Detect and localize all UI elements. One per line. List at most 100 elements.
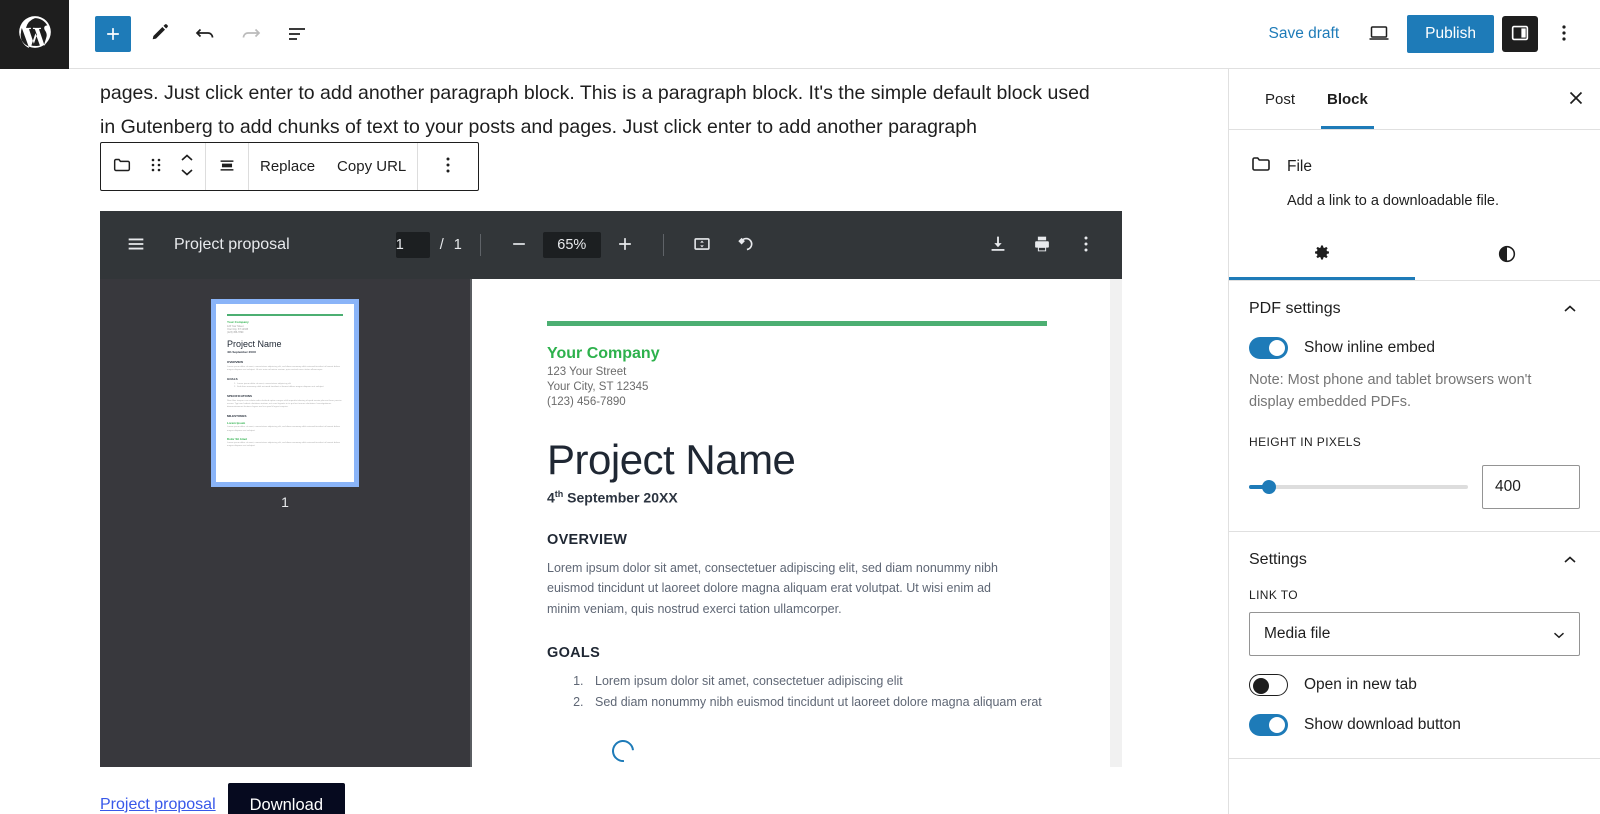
toggle-show-download-row: Show download button [1249, 714, 1580, 736]
plus-icon [95, 16, 131, 52]
pdf-sidebar-toggle-button[interactable] [116, 225, 156, 265]
undo-button[interactable] [183, 12, 227, 56]
panel-title: Settings [1249, 551, 1307, 568]
pdf-zoom-in-button[interactable] [605, 225, 645, 265]
save-draft-button[interactable]: Save draft [1257, 19, 1352, 49]
drag-handle-button[interactable] [143, 143, 169, 190]
paragraph-block[interactable]: pages. Just click enter to add another p… [100, 76, 1110, 144]
pdf-page-area[interactable]: Your Company 123 Your Street Your City, … [470, 279, 1122, 767]
tab-block-styles[interactable] [1415, 231, 1600, 280]
editor-tools [69, 12, 319, 56]
address-line-3: (123) 456-7890 [547, 396, 626, 408]
close-sidebar-button[interactable] [1552, 69, 1600, 129]
document-overview-icon [285, 21, 309, 48]
download-icon [987, 233, 1009, 258]
wordpress-logo-button[interactable] [0, 0, 69, 69]
block-toolbar: Replace Copy URL [100, 142, 480, 191]
toggle-show-inline-embed-row: Show inline embed [1249, 337, 1580, 359]
toggle-label: Show inline embed [1304, 339, 1435, 356]
file-link[interactable]: Project proposal [100, 796, 216, 814]
link-to-label: LINK TO [1249, 588, 1299, 602]
block-toolbar-align-group [206, 143, 249, 190]
pdf-download-button[interactable] [978, 225, 1018, 265]
toolbar-divider [662, 234, 664, 256]
pdf-goals-list: Lorem ipsum dolor sit amet, consectetuer… [547, 671, 1047, 712]
block-more-options-button[interactable] [418, 143, 478, 190]
document-overview-button[interactable] [275, 12, 319, 56]
plus-icon [615, 234, 635, 257]
pdf-zoom-out-button[interactable] [499, 225, 539, 265]
pdf-print-button[interactable] [1022, 225, 1062, 265]
height-slider[interactable] [1249, 480, 1468, 494]
pdf-embed-block[interactable]: Project proposal / 1 65% [100, 211, 1122, 767]
toggle-label: Open in new tab [1304, 676, 1417, 693]
replace-button[interactable]: Replace [249, 143, 326, 190]
pencil-icon [147, 21, 171, 48]
pdf-vertical-scrollbar[interactable] [1110, 279, 1122, 767]
folder-file-icon [111, 154, 133, 179]
panel-settings-header[interactable]: Settings [1249, 550, 1580, 570]
pdf-address: 123 Your Street Your City, ST 12345 (123… [547, 365, 1047, 410]
rotate-counterclockwise-icon [735, 233, 757, 258]
tools-mode-button[interactable] [137, 12, 181, 56]
tab-post[interactable]: Post [1249, 69, 1311, 129]
publish-button[interactable]: Publish [1407, 15, 1494, 53]
add-block-button[interactable] [91, 12, 135, 56]
tab-block-settings[interactable] [1229, 231, 1415, 280]
pdf-viewer-body: Your Company 123 Your Street Your City, S… [100, 279, 1122, 767]
fit-to-page-icon [691, 233, 713, 258]
pdf-rotate-button[interactable] [726, 225, 766, 265]
undo-arrow-icon [193, 21, 217, 48]
pdf-fit-page-button[interactable] [682, 225, 722, 265]
pdf-zoom-level[interactable]: 65% [542, 232, 601, 258]
gear-settings-icon [1311, 243, 1333, 268]
block-toolbar-more-group [418, 143, 478, 190]
file-block-footer: Project proposal Download [100, 783, 346, 814]
block-card-header: File [1249, 152, 1580, 181]
pdf-page-number-input[interactable] [395, 232, 430, 258]
pdf-more-options-button[interactable] [1066, 225, 1106, 265]
align-center-icon [216, 154, 238, 179]
address-line-2: Your City, ST 12345 [547, 381, 649, 393]
pdf-accent-rule [547, 321, 1047, 326]
redo-arrow-icon [239, 21, 263, 48]
toggle-open-in-new-tab[interactable] [1249, 674, 1288, 696]
pdf-rendered-page: Your Company 123 Your Street Your City, … [472, 279, 1122, 767]
settings-sidebar-toggle[interactable] [1502, 16, 1538, 52]
redo-button[interactable] [229, 12, 273, 56]
toggle-open-new-tab-row: Open in new tab [1249, 674, 1580, 696]
height-control-row [1249, 465, 1580, 509]
kebab-menu-icon [1076, 234, 1096, 257]
toggle-show-download-button[interactable] [1249, 714, 1288, 736]
tab-block[interactable]: Block [1311, 69, 1384, 129]
pdf-date: 4th September 20XX [547, 489, 1047, 506]
folder-file-icon [1249, 152, 1273, 181]
toolbar-divider [479, 234, 481, 256]
link-to-select[interactable]: Media file [1249, 612, 1580, 656]
toggle-show-inline-embed[interactable] [1249, 337, 1288, 359]
pdf-section-body: Lorem ipsum dolor sit amet, consectetuer… [547, 560, 998, 616]
panel-pdf-settings-header[interactable]: PDF settings [1249, 299, 1580, 319]
pdf-thumbnail-item[interactable]: Your Company 123 Your Street Your City, S… [211, 299, 359, 487]
preview-button[interactable] [1359, 14, 1399, 54]
block-type-button[interactable] [101, 143, 143, 190]
pdf-viewer-toolbar: Project proposal / 1 65% [100, 211, 1122, 279]
toggle-label: Show download button [1304, 716, 1461, 733]
pdf-thumbnail-sidebar: Your Company 123 Your Street Your City, S… [100, 279, 470, 767]
panel-title: PDF settings [1249, 300, 1341, 317]
contrast-styles-icon [1496, 243, 1518, 268]
height-field-label: HEIGHT IN PIXELS [1249, 435, 1362, 449]
align-button[interactable] [206, 143, 248, 190]
copy-url-button[interactable]: Copy URL [326, 143, 417, 190]
pdf-document-title: Project proposal [174, 236, 290, 253]
more-options-button[interactable] [1546, 14, 1582, 54]
block-description: Add a link to a downloadable file. [1287, 193, 1500, 209]
header-actions: Save draft Publish [1257, 14, 1600, 54]
list-item: Lorem ipsum dolor sit amet, consectetuer… [587, 671, 1047, 692]
move-block-button[interactable] [169, 143, 205, 190]
download-button[interactable]: Download [227, 783, 346, 814]
close-x-icon [1566, 88, 1586, 111]
pdf-section-heading: OVERVIEW [547, 531, 628, 548]
panel-pdf-settings: PDF settings Show inline embed Note: Mos… [1229, 281, 1600, 532]
height-number-input[interactable] [1482, 465, 1580, 509]
